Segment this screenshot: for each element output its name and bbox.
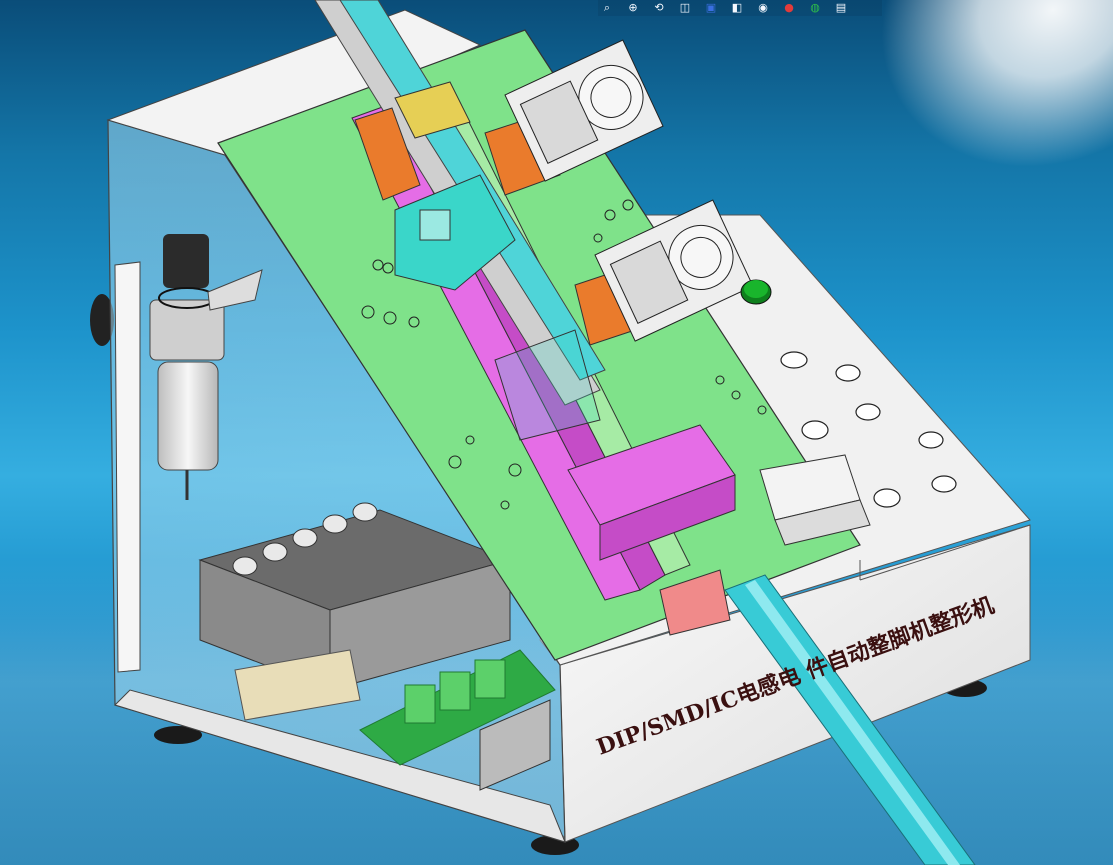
machine-3d-model[interactable]: DIP/SMD/IC电感电 件自动整脚机整形机	[0, 0, 1113, 865]
start-button[interactable]	[740, 279, 772, 305]
cad-viewport[interactable]: ⌕ ⊕ ⟲ ◫ ▣ ◧ ◉ ● ◍ ▤ DIP/SMD/IC电感电 件自动整脚机…	[0, 0, 1113, 865]
